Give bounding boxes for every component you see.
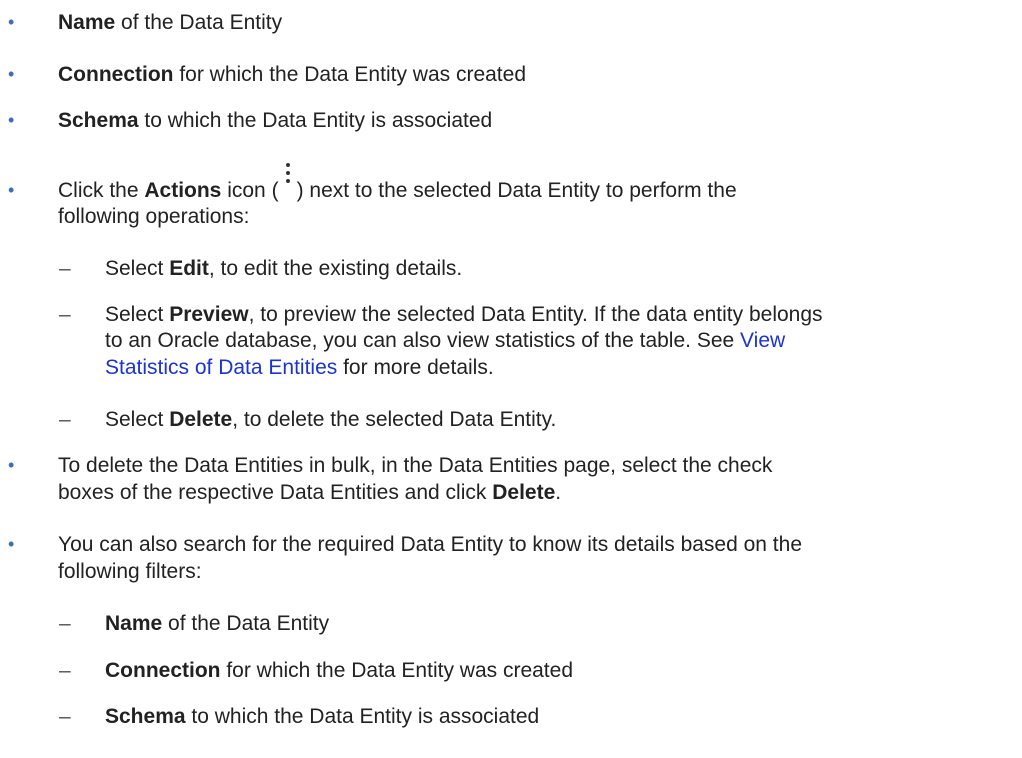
sub-item-text: Schema to which the Data Entity is assoc… bbox=[105, 703, 539, 730]
dash-marker: – bbox=[59, 612, 71, 635]
item-continuation: following operations: bbox=[58, 205, 250, 228]
bullet-marker: • bbox=[8, 110, 15, 130]
bold-term: Name bbox=[105, 612, 163, 635]
dash-marker: – bbox=[59, 257, 71, 280]
sub-item-text: Connection for which the Data Entity was… bbox=[105, 657, 573, 684]
item-description: , to delete the selected Data Entity. bbox=[232, 408, 557, 431]
list-item-text: Name of the Data Entity bbox=[58, 9, 282, 36]
bullet-marker: • bbox=[8, 12, 15, 32]
bold-term: Connection bbox=[58, 63, 174, 86]
item-description: to which the Data Entity is associated bbox=[185, 705, 540, 728]
bold-term: Schema bbox=[58, 109, 139, 132]
view-statistics-link-continued[interactable]: Statistics of Data Entities bbox=[105, 356, 337, 379]
item-continuation: following filters: bbox=[58, 560, 202, 583]
list-item-text: Click the Actions icon ( ) next to the se… bbox=[58, 163, 737, 204]
bold-term: Schema bbox=[105, 705, 186, 728]
sub-item-text: Select Delete, to delete the selected Da… bbox=[105, 406, 556, 433]
item-description: of the Data Entity bbox=[115, 11, 283, 34]
bold-term: Actions bbox=[144, 179, 222, 202]
bold-term: Edit bbox=[169, 257, 209, 280]
item-description: to which the Data Entity is associated bbox=[138, 109, 493, 132]
item-description: for which the Data Entity was created bbox=[220, 659, 573, 682]
bullet-marker: • bbox=[8, 180, 15, 200]
item-prefix: Select bbox=[105, 408, 170, 431]
item-after-icon: ) next to the selected Data Entity to pe… bbox=[296, 179, 737, 202]
bold-term: Name bbox=[58, 11, 116, 34]
item-continuation: Statistics of Data Entities for more det… bbox=[105, 354, 494, 381]
list-item-text: Schema to which the Data Entity is assoc… bbox=[58, 107, 492, 134]
sub-item-text: Name of the Data Entity bbox=[105, 610, 329, 637]
item-description: , to preview the selected Data Entity. I… bbox=[248, 303, 823, 326]
item-prefix: Click the bbox=[58, 179, 145, 202]
item-prefix: Select bbox=[105, 257, 170, 280]
item-suffix: . bbox=[555, 481, 562, 504]
dash-marker: – bbox=[59, 303, 71, 326]
view-statistics-link[interactable]: View bbox=[740, 329, 785, 352]
item-continuation-text: for more details. bbox=[337, 356, 494, 379]
item-description: of the Data Entity bbox=[162, 612, 330, 635]
item-continuation-text: boxes of the respective Data Entities an… bbox=[58, 481, 493, 504]
item-prefix: Select bbox=[105, 303, 170, 326]
bold-term: Delete bbox=[492, 481, 556, 504]
bullet-marker: • bbox=[8, 534, 15, 554]
dash-marker: – bbox=[59, 705, 71, 728]
vertical-ellipsis-icon bbox=[281, 163, 295, 204]
sub-item-text: Select Edit, to edit the existing detail… bbox=[105, 255, 462, 282]
list-item-text: You can also search for the required Dat… bbox=[58, 533, 803, 556]
dash-marker: – bbox=[59, 659, 71, 682]
list-item-text: To delete the Data Entities in bulk, in … bbox=[58, 454, 773, 477]
bullet-marker: • bbox=[8, 64, 15, 84]
dash-marker: – bbox=[59, 408, 71, 431]
item-mid: icon ( bbox=[221, 179, 279, 202]
bold-term: Delete bbox=[169, 408, 233, 431]
bold-term: Connection bbox=[105, 659, 221, 682]
item-continuation: boxes of the respective Data Entities an… bbox=[58, 479, 561, 506]
item-continuation: to an Oracle database, you can also view… bbox=[105, 327, 785, 354]
item-description: for which the Data Entity was created bbox=[173, 63, 526, 86]
bold-term: Preview bbox=[169, 303, 249, 326]
item-description: , to edit the existing details. bbox=[208, 257, 463, 280]
bullet-marker: • bbox=[8, 455, 15, 475]
list-item-text: Connection for which the Data Entity was… bbox=[58, 61, 526, 88]
item-continuation-text: to an Oracle database, you can also view… bbox=[105, 329, 741, 352]
sub-item-text: Select Preview, to preview the selected … bbox=[105, 301, 823, 328]
